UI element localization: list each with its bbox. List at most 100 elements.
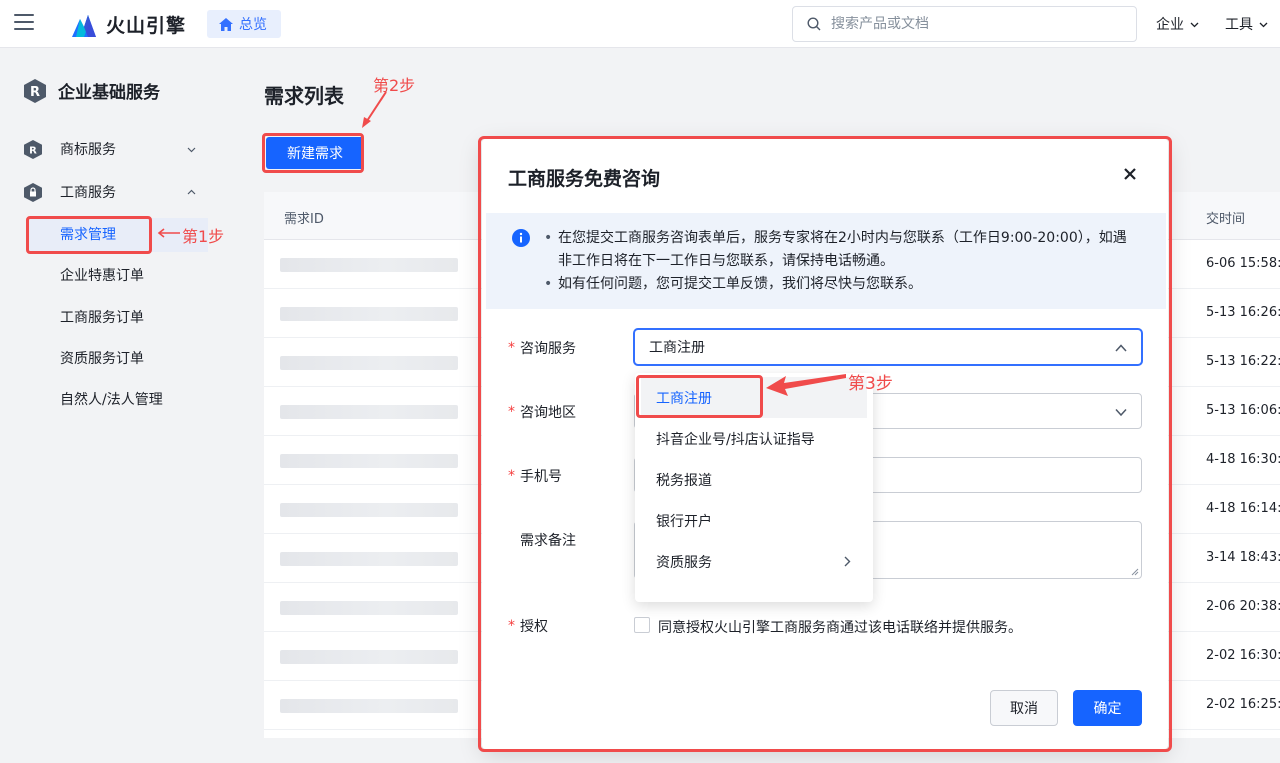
sidebar-group-business[interactable]: 工商服务 bbox=[24, 176, 204, 208]
dropdown-option-business-registration[interactable]: 工商注册 bbox=[641, 377, 867, 418]
dropdown-option-label: 资质服务 bbox=[656, 554, 712, 571]
phone-label-text: 手机号 bbox=[520, 469, 562, 485]
redacted-demand-id bbox=[280, 356, 458, 370]
redacted-demand-id bbox=[280, 552, 458, 566]
chevron-down-icon bbox=[1259, 22, 1268, 27]
sidebar-group-label: 商标服务 bbox=[60, 142, 116, 158]
page-title: 需求列表 bbox=[264, 84, 344, 108]
sidebar-item-demand-management[interactable]: 需求管理 bbox=[60, 218, 116, 250]
sidebar-item-enterprise-orders[interactable]: 企业特惠订单 bbox=[60, 259, 144, 291]
sidebar-item-label: 工商服务订单 bbox=[60, 310, 144, 326]
region-label: * 咨询地区 bbox=[508, 402, 576, 422]
dropdown-option-label: 抖音企业号/抖店认证指导 bbox=[656, 431, 815, 448]
sidebar-title: R 企业基础服务 bbox=[24, 78, 160, 103]
sidebar: R 企业基础服务 R 商标服务 工商服务 需求管理 企业特惠订单 工商服务订单 … bbox=[0, 48, 228, 763]
required-mark: * bbox=[508, 340, 515, 356]
auth-label: * 授权 bbox=[508, 616, 548, 636]
step2-annotation: 第2步 bbox=[373, 76, 416, 95]
redacted-demand-id bbox=[280, 650, 458, 664]
home-tab-label: 总览 bbox=[239, 17, 267, 33]
redacted-demand-id bbox=[280, 454, 458, 468]
sidebar-item-qualification-orders[interactable]: 资质服务订单 bbox=[60, 342, 144, 374]
chevron-right-icon bbox=[844, 556, 851, 567]
sidebar-item-person-management[interactable]: 自然人/法人管理 bbox=[60, 383, 163, 415]
modal-title: 工商服务免费咨询 bbox=[508, 168, 661, 190]
info-notice: 在您提交工商服务咨询表单后，服务专家将在2小时内与您联系（工作日9:00-20:… bbox=[486, 213, 1166, 309]
new-demand-button[interactable]: 新建需求 bbox=[266, 137, 364, 169]
home-icon bbox=[219, 17, 233, 31]
region-label-text: 咨询地区 bbox=[520, 405, 576, 421]
tools-menu[interactable]: 工具 bbox=[1225, 14, 1268, 34]
info-icon bbox=[512, 229, 530, 247]
volcano-logo-icon bbox=[72, 15, 96, 37]
required-mark: * bbox=[508, 468, 515, 484]
service-select-value: 工商注册 bbox=[649, 340, 705, 356]
column-header-time: 交时间 bbox=[1206, 212, 1246, 227]
required-mark: * bbox=[508, 618, 515, 634]
brand-logo[interactable]: 火山引擎 bbox=[70, 10, 186, 38]
dropdown-option-tax-report[interactable]: 税务报道 bbox=[635, 459, 873, 500]
column-header-id: 需求ID bbox=[284, 212, 324, 227]
submit-time-cell: 2-06 20:38:29 bbox=[1206, 599, 1280, 614]
sidebar-title-text: 企业基础服务 bbox=[58, 83, 160, 103]
required-mark: * bbox=[508, 404, 515, 420]
enterprise-menu-label: 企业 bbox=[1156, 17, 1184, 33]
dropdown-option-douyin-certification[interactable]: 抖音企业号/抖店认证指导 bbox=[635, 418, 873, 459]
service-label: * 咨询服务 bbox=[508, 338, 576, 358]
svg-text:R: R bbox=[30, 85, 40, 100]
sidebar-group-label: 工商服务 bbox=[60, 185, 116, 201]
svg-text:R: R bbox=[29, 145, 37, 156]
sidebar-active-highlight bbox=[28, 218, 208, 252]
sidebar-item-label: 资质服务订单 bbox=[60, 351, 144, 367]
search-box[interactable] bbox=[792, 6, 1137, 42]
dropdown-option-label: 工商注册 bbox=[656, 390, 712, 407]
submit-time-cell: 4-18 16:30:56 bbox=[1206, 452, 1280, 467]
enterprise-menu[interactable]: 企业 bbox=[1156, 14, 1199, 34]
chevron-up-icon bbox=[1115, 344, 1127, 352]
sidebar-group-trademark[interactable]: R 商标服务 bbox=[24, 133, 204, 165]
sidebar-item-label: 自然人/法人管理 bbox=[60, 392, 163, 408]
chevron-up-icon bbox=[187, 189, 196, 194]
redacted-demand-id bbox=[280, 601, 458, 615]
submit-time-cell: 4-18 16:14:17 bbox=[1206, 501, 1280, 516]
service-dropdown: 工商注册 抖音企业号/抖店认证指导 税务报道 银行开户 资质服务 bbox=[635, 373, 873, 602]
remark-label: 需求备注 bbox=[520, 530, 576, 550]
redacted-demand-id bbox=[280, 258, 458, 272]
search-icon bbox=[807, 17, 821, 31]
brand-name: 火山引擎 bbox=[106, 14, 187, 37]
auth-checkbox[interactable] bbox=[634, 617, 650, 633]
dropdown-option-bank-account[interactable]: 银行开户 bbox=[635, 500, 873, 541]
dropdown-option-label: 税务报道 bbox=[656, 472, 712, 489]
close-icon[interactable] bbox=[1122, 166, 1138, 182]
chevron-down-icon bbox=[1190, 22, 1199, 27]
redacted-demand-id bbox=[280, 307, 458, 321]
hamburger-menu-icon[interactable] bbox=[14, 14, 34, 32]
redacted-demand-id bbox=[280, 405, 458, 419]
tools-menu-label: 工具 bbox=[1225, 17, 1253, 33]
submit-time-cell: 2-02 16:25:34 bbox=[1206, 697, 1280, 712]
submit-time-cell: 5-13 16:22:24 bbox=[1206, 354, 1280, 369]
chevron-down-icon bbox=[187, 147, 196, 152]
sidebar-item-label: 企业特惠订单 bbox=[60, 268, 144, 284]
home-overview-tab[interactable]: 总览 bbox=[207, 10, 281, 38]
top-bar: 火山引擎 总览 企业 工具 bbox=[0, 0, 1280, 48]
chevron-down-icon bbox=[1115, 408, 1127, 417]
redacted-demand-id bbox=[280, 503, 458, 517]
submit-time-cell: 2-02 16:30:49 bbox=[1206, 648, 1280, 663]
redacted-demand-id bbox=[280, 699, 458, 713]
cancel-button[interactable]: 取消 bbox=[990, 690, 1058, 726]
step1-annotation: 第1步 bbox=[182, 227, 225, 246]
sidebar-item-label: 需求管理 bbox=[60, 227, 116, 243]
search-input[interactable] bbox=[831, 16, 1111, 32]
service-select[interactable]: 工商注册 bbox=[634, 329, 1142, 365]
info-line: 在您提交工商服务咨询表单后，服务专家将在2小时内与您联系（工作日9:00-20:… bbox=[544, 227, 1136, 273]
service-label-text: 咨询服务 bbox=[520, 341, 576, 357]
auth-checkbox-label: 同意授权火山引擎工商服务商通过该电话联络并提供服务。 bbox=[658, 620, 1022, 636]
submit-time-cell: 3-14 18:43:05 bbox=[1206, 550, 1280, 565]
sidebar-item-business-orders[interactable]: 工商服务订单 bbox=[60, 301, 144, 333]
resize-handle-icon[interactable] bbox=[1131, 568, 1139, 576]
dropdown-option-qualification[interactable]: 资质服务 bbox=[635, 541, 873, 582]
confirm-button[interactable]: 确定 bbox=[1073, 690, 1142, 726]
remark-label-text: 需求备注 bbox=[520, 533, 576, 549]
trademark-r-icon: R bbox=[24, 139, 42, 159]
